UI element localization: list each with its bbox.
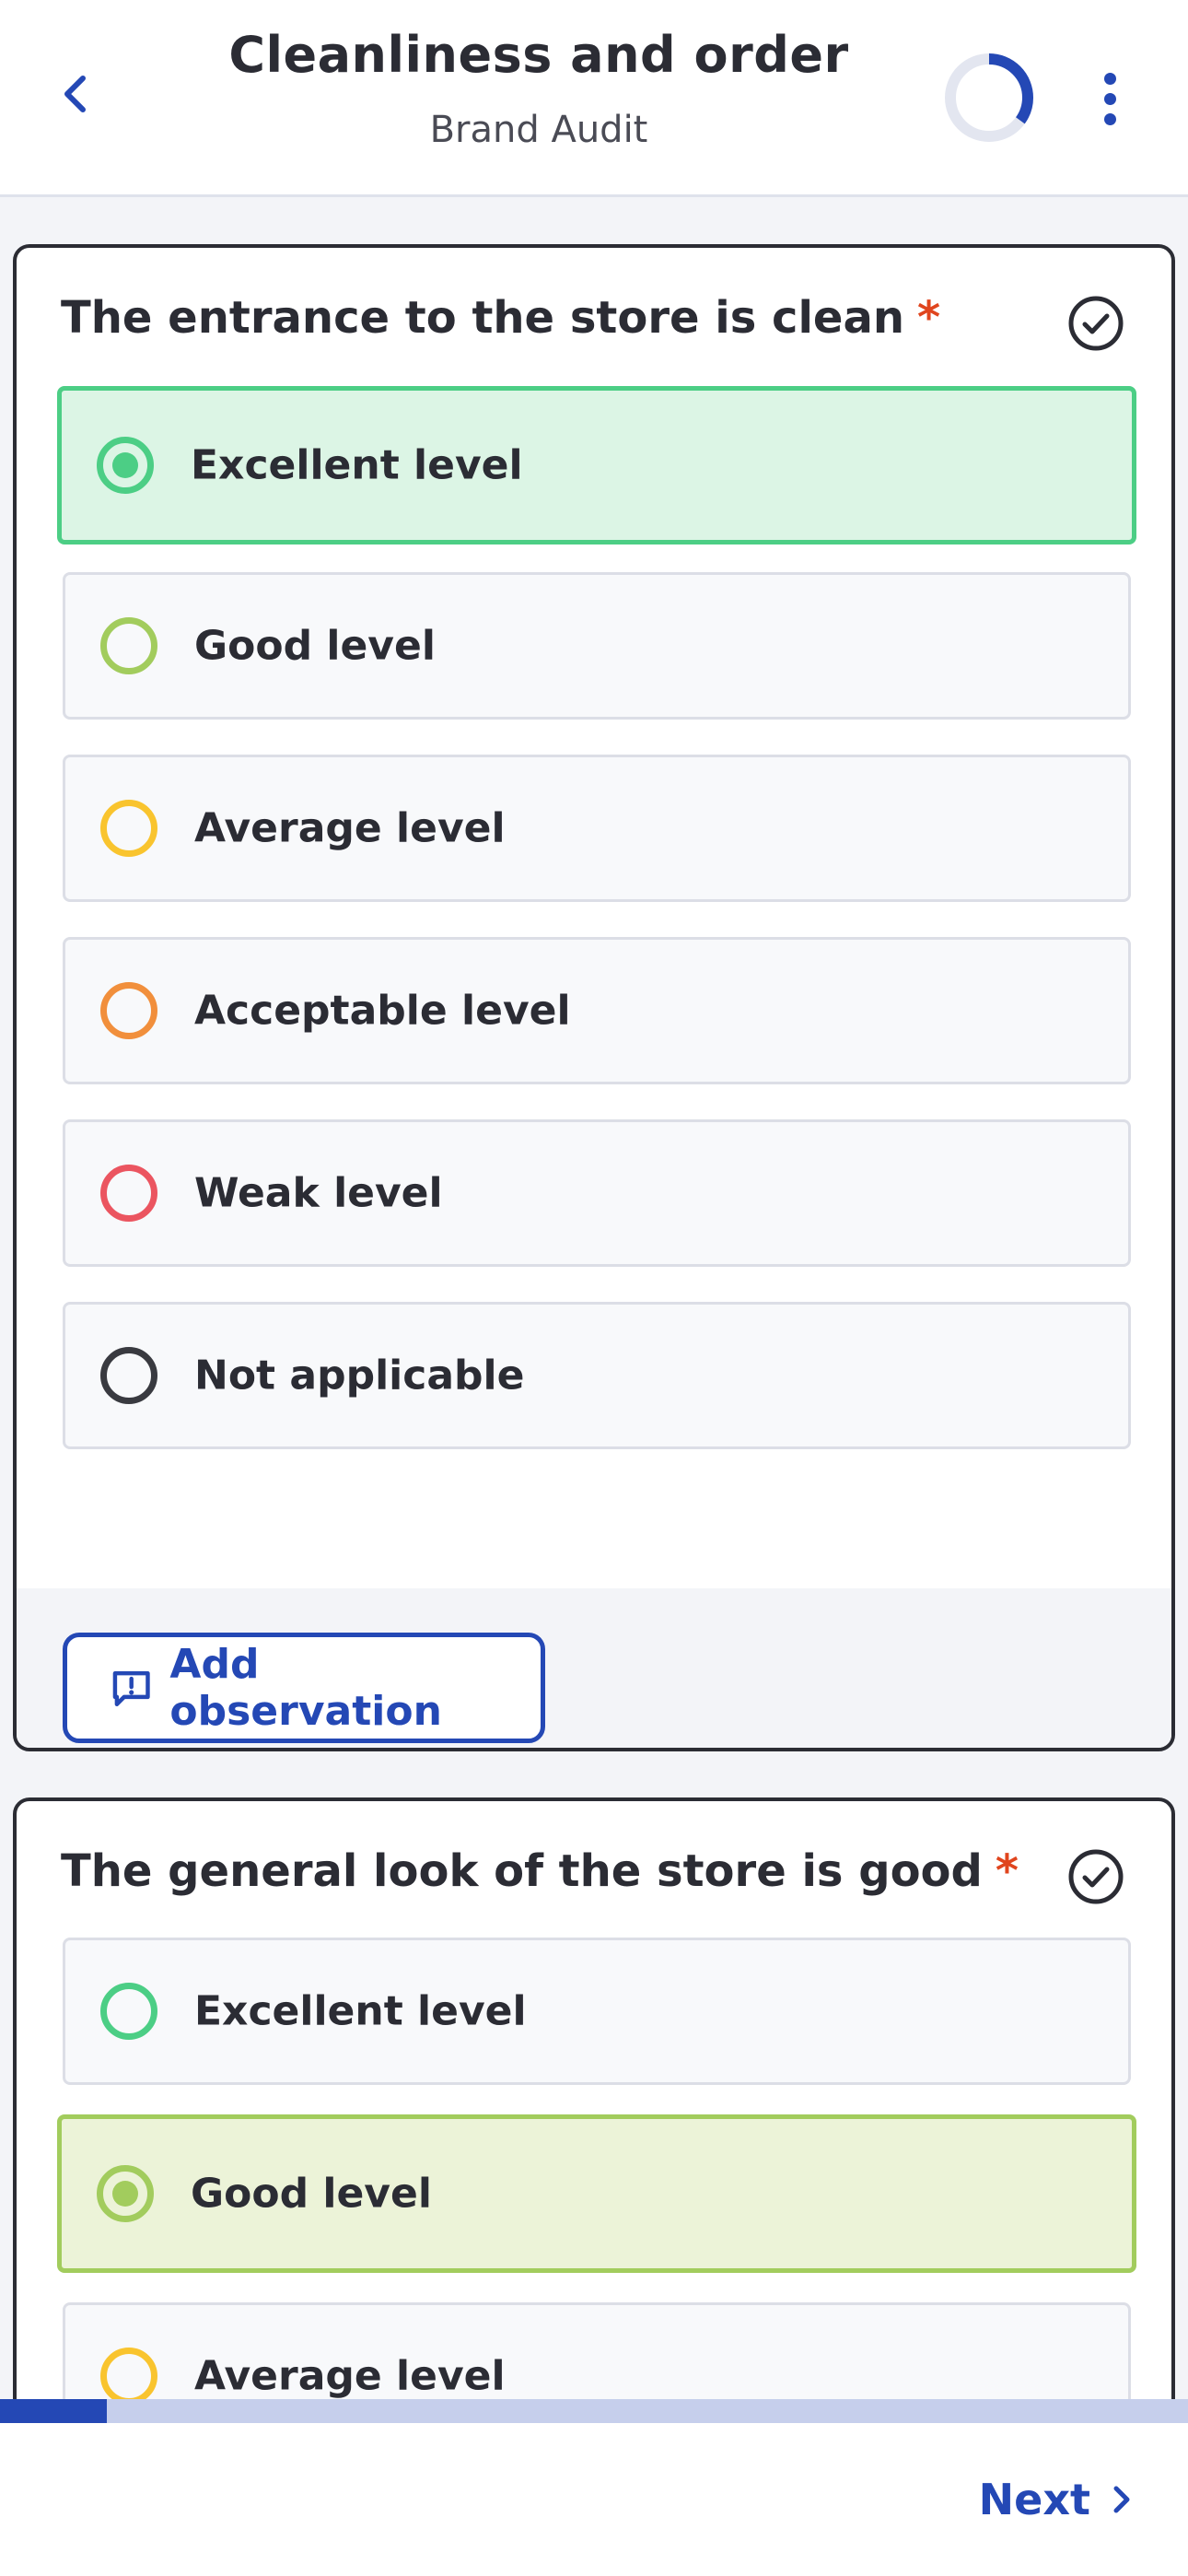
chevron-right-icon: [1113, 2486, 1130, 2513]
comment-alert-icon: [112, 1670, 150, 1706]
radio-icon: [100, 982, 157, 1039]
radio-icon: [100, 2348, 157, 2399]
question-text: The general look of the store is good *: [61, 1845, 1019, 1897]
check-circle-icon: [1068, 296, 1124, 351]
more-options-icon[interactable]: [1087, 66, 1133, 131]
question-text: The entrance to the store is clean *: [61, 292, 941, 344]
option-excellent[interactable]: Excellent level: [63, 1938, 1131, 2085]
next-button[interactable]: Next: [979, 2475, 1133, 2524]
radio-icon: [100, 617, 157, 674]
question-card: The general look of the store is good * E…: [13, 1797, 1175, 2399]
observation-area: Add observation: [17, 1588, 1171, 1748]
radio-selected-icon: [97, 2165, 154, 2222]
footer: Next: [0, 2423, 1188, 2576]
page-title: Cleanliness and order: [228, 26, 849, 84]
back-button[interactable]: [48, 66, 103, 122]
radio-selected-icon: [97, 437, 154, 494]
page-progress-bar: [0, 2399, 1188, 2423]
check-circle-icon: [1068, 1849, 1124, 1904]
progress-ring: [945, 53, 1033, 142]
option-weak[interactable]: Weak level: [63, 1119, 1131, 1267]
option-good[interactable]: Good level: [57, 2114, 1136, 2273]
add-observation-button[interactable]: Add observation: [63, 1633, 545, 1743]
questions-list[interactable]: The entrance to the store is clean * Exce…: [0, 200, 1188, 2399]
option-not-applicable[interactable]: Not applicable: [63, 1302, 1131, 1449]
page-subtitle: Brand Audit: [429, 109, 648, 151]
page-progress-fill: [0, 2399, 108, 2423]
radio-icon: [100, 1165, 157, 1222]
radio-icon: [100, 1347, 157, 1404]
option-average[interactable]: Average level: [63, 755, 1131, 902]
chevron-left-icon: [64, 76, 86, 112]
required-marker: *: [995, 1845, 1019, 1897]
option-acceptable[interactable]: Acceptable level: [63, 937, 1131, 1084]
question-card: The entrance to the store is clean * Exce…: [13, 244, 1175, 1751]
app-header: Cleanliness and order Brand Audit: [0, 0, 1188, 197]
option-excellent[interactable]: Excellent level: [57, 386, 1136, 544]
required-marker: *: [917, 292, 941, 344]
radio-icon: [100, 1983, 157, 2040]
radio-icon: [100, 800, 157, 857]
option-average[interactable]: Average level: [63, 2302, 1131, 2399]
option-good[interactable]: Good level: [63, 572, 1131, 720]
